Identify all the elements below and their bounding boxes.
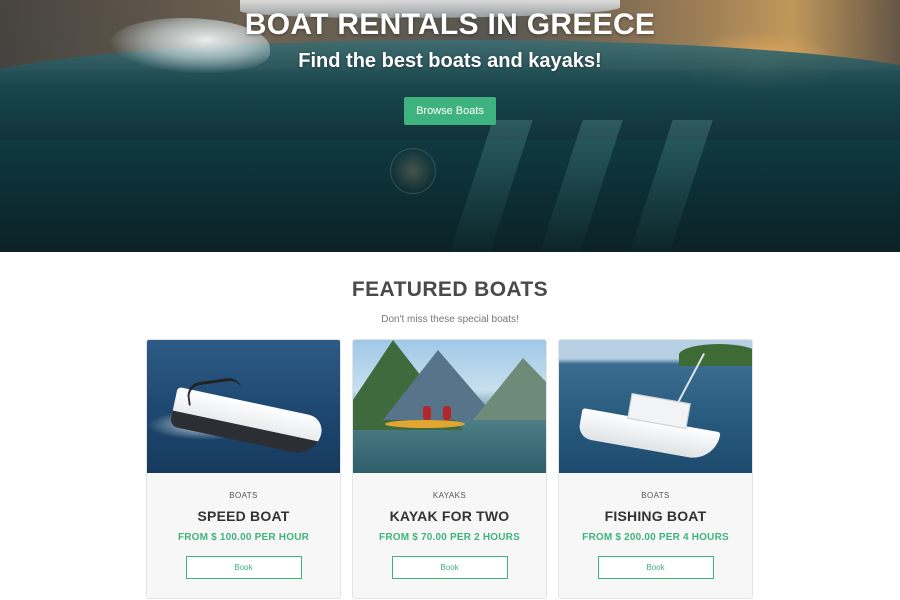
hero-banner: BOAT RENTALS IN GREECE Find the best boa… (0, 0, 900, 252)
card-category[interactable]: BOATS (147, 491, 340, 500)
boat-card-kayak-for-two[interactable]: KAYAKS KAYAK FOR TWO FROM $ 70.00 PER 2 … (352, 339, 547, 599)
card-body: BOATS SPEED BOAT FROM $ 100.00 PER HOUR … (147, 473, 340, 579)
kayak (385, 420, 465, 428)
boat-card-fishing-boat[interactable]: BOATS FISHING BOAT FROM $ 200.00 PER 4 H… (558, 339, 753, 599)
card-category[interactable]: BOATS (559, 491, 752, 500)
browse-boats-button[interactable]: Browse Boats (404, 97, 496, 125)
hero-bubble (390, 148, 436, 194)
hero-content: BOAT RENTALS IN GREECE Find the best boa… (0, 0, 900, 125)
card-title[interactable]: FISHING BOAT (559, 508, 752, 524)
mountain (473, 358, 546, 420)
section-subtitle: Don't miss these special boats! (381, 314, 519, 325)
section-title: FEATURED BOATS (351, 278, 549, 301)
card-title[interactable]: KAYAK FOR TWO (353, 508, 546, 524)
paddler (443, 406, 451, 420)
card-category[interactable]: KAYAKS (353, 491, 546, 500)
book-button[interactable]: Book (185, 556, 302, 579)
kayak-photo[interactable] (353, 340, 546, 473)
hero-title: BOAT RENTALS IN GREECE (244, 8, 656, 41)
card-grid: BOATS SPEED BOAT FROM $ 100.00 PER HOUR … (0, 339, 900, 600)
island (679, 344, 752, 366)
card-body: KAYAKS KAYAK FOR TWO FROM $ 70.00 PER 2 … (353, 473, 546, 579)
hero-underwater (0, 140, 900, 252)
book-button[interactable]: Book (391, 556, 508, 579)
fishing-boat-photo[interactable] (559, 340, 752, 473)
card-price: FROM $ 100.00 PER HOUR (177, 532, 310, 543)
featured-section: FEATURED BOATS Don't miss these special … (0, 278, 900, 600)
card-price: FROM $ 200.00 PER 4 HOURS (582, 532, 729, 543)
boat-card-speed-boat[interactable]: BOATS SPEED BOAT FROM $ 100.00 PER HOUR … (146, 339, 341, 599)
speed-boat-photo[interactable] (147, 340, 340, 473)
card-title[interactable]: SPEED BOAT (147, 508, 340, 524)
paddler (423, 406, 431, 420)
book-button[interactable]: Book (597, 556, 714, 579)
card-price: FROM $ 70.00 PER 2 HOURS (379, 532, 520, 543)
card-body: BOATS FISHING BOAT FROM $ 200.00 PER 4 H… (559, 473, 752, 579)
hero-subtitle: Find the best boats and kayaks! (298, 50, 602, 72)
